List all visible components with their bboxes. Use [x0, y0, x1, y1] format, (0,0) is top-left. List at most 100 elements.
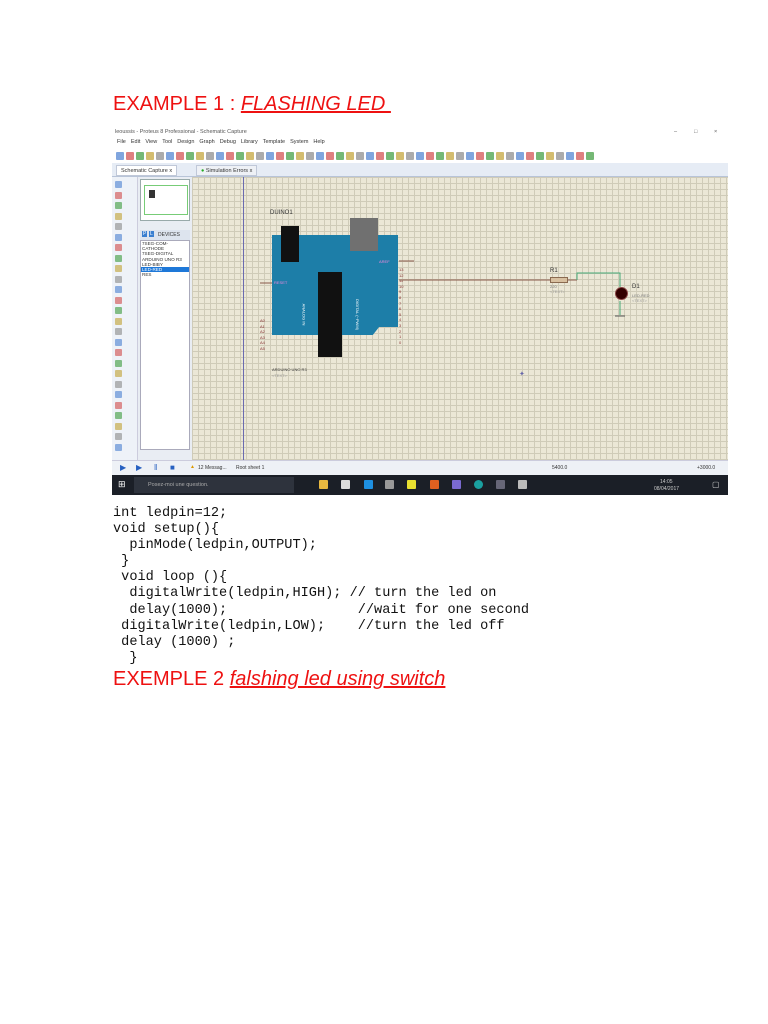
device-item[interactable]: 7SEG-COM-CATHODE: [141, 241, 189, 251]
toolbar-button[interactable]: [316, 152, 324, 160]
toolbar-button[interactable]: [546, 152, 554, 160]
play-icon[interactable]: ▶: [120, 463, 126, 472]
tab-simulation-errors[interactable]: ● Simulation Errors x: [196, 165, 258, 176]
mode-tool-button[interactable]: [115, 254, 122, 262]
toolbar-button[interactable]: [186, 152, 194, 160]
toolbar-button[interactable]: [536, 152, 544, 160]
mode-tool-button[interactable]: [115, 212, 122, 220]
mode-tool-button[interactable]: [115, 265, 122, 272]
toolbar-button[interactable]: [286, 152, 294, 160]
app-icon[interactable]: [385, 480, 394, 489]
mode-tool-button[interactable]: [115, 275, 122, 283]
menu-graph[interactable]: Graph: [199, 139, 214, 145]
mode-tool-button[interactable]: [115, 370, 122, 377]
proteus-icon[interactable]: [496, 480, 505, 489]
windows-start-icon[interactable]: ⊞: [118, 479, 126, 490]
toolbar-button[interactable]: [556, 152, 564, 160]
toolbar-button[interactable]: [246, 152, 254, 160]
toolbar-button[interactable]: [356, 152, 364, 160]
notification-icon[interactable]: ▢: [712, 480, 720, 489]
mode-tool-button[interactable]: [115, 412, 122, 419]
mode-tool-button[interactable]: [115, 191, 122, 199]
mode-tool-button[interactable]: [115, 433, 122, 440]
matlab-icon[interactable]: [430, 480, 439, 489]
toolbar-button[interactable]: [116, 152, 124, 160]
toolbar-button[interactable]: [396, 152, 404, 160]
menu-design[interactable]: Design: [177, 139, 194, 145]
tab-schematic-capture[interactable]: Schematic Capture x: [116, 165, 178, 176]
toolbar-button[interactable]: [266, 152, 274, 160]
menu-template[interactable]: Template: [263, 139, 285, 145]
toolbar-button[interactable]: [566, 152, 574, 160]
toolbar-button[interactable]: [176, 152, 184, 160]
close-icon[interactable]: ×: [714, 129, 717, 135]
toolbar-button[interactable]: [256, 152, 264, 160]
toolbar-button[interactable]: [156, 152, 164, 160]
menu-view[interactable]: View: [145, 139, 157, 145]
toolbar-button[interactable]: [146, 152, 154, 160]
messages-count[interactable]: 12 Messag...: [198, 465, 227, 471]
file-explorer-icon[interactable]: [319, 480, 328, 489]
toolbar-button[interactable]: [586, 152, 594, 160]
mode-tool-button[interactable]: [115, 181, 122, 188]
toolbar-button[interactable]: [136, 152, 144, 160]
menu-debug[interactable]: Debug: [220, 139, 236, 145]
step-icon[interactable]: ▶: [136, 463, 142, 472]
toolbar-button[interactable]: [166, 152, 174, 160]
toolbar-button[interactable]: [506, 152, 514, 160]
arduino-icon[interactable]: [474, 480, 483, 489]
stop-icon[interactable]: ■: [170, 463, 175, 472]
mode-tool-button[interactable]: [115, 317, 122, 325]
toolbar-button[interactable]: [346, 152, 354, 160]
mode-tool-button[interactable]: [115, 244, 122, 251]
toolbar-button[interactable]: [436, 152, 444, 160]
device-item[interactable]: RES: [141, 272, 189, 277]
menu-help[interactable]: Help: [313, 139, 324, 145]
toolbar-button[interactable]: [416, 152, 424, 160]
toolbar-button[interactable]: [496, 152, 504, 160]
cortana-search[interactable]: Posez-moi une question.: [134, 477, 294, 493]
toolbar-button[interactable]: [236, 152, 244, 160]
close-tab-icon[interactable]: x: [169, 168, 172, 174]
toolbar-button[interactable]: [376, 152, 384, 160]
mode-tool-button[interactable]: [115, 328, 122, 335]
toolbar-button[interactable]: [336, 152, 344, 160]
maximize-icon[interactable]: □: [694, 129, 697, 135]
mode-tool-button[interactable]: [115, 359, 122, 367]
toolbar-button[interactable]: [196, 152, 204, 160]
mode-tool-button[interactable]: [115, 286, 122, 293]
menu-system[interactable]: System: [290, 139, 308, 145]
toolbar-button[interactable]: [366, 152, 374, 160]
toolbar-button[interactable]: [306, 152, 314, 160]
close-tab-icon[interactable]: x: [250, 168, 253, 174]
menu-library[interactable]: Library: [241, 139, 258, 145]
mode-tool-button[interactable]: [115, 202, 122, 209]
toolbar-button[interactable]: [446, 152, 454, 160]
mode-tool-button[interactable]: [115, 380, 122, 388]
mode-tool-button[interactable]: [115, 296, 122, 304]
library-button[interactable]: L: [149, 231, 154, 237]
edge-icon[interactable]: [364, 480, 373, 489]
toolbar-button[interactable]: [406, 152, 414, 160]
store-icon[interactable]: [341, 480, 350, 489]
toolbar-button[interactable]: [216, 152, 224, 160]
mode-tool-button[interactable]: [115, 443, 122, 451]
mode-tool-button[interactable]: [115, 349, 122, 356]
toolbar-button[interactable]: [426, 152, 434, 160]
toolbar-button[interactable]: [486, 152, 494, 160]
mode-tool-button[interactable]: [115, 338, 122, 346]
toolbar-button[interactable]: [386, 152, 394, 160]
app-icon[interactable]: [452, 480, 461, 489]
toolbar-button[interactable]: [206, 152, 214, 160]
toolbar-button[interactable]: [456, 152, 464, 160]
led-d1[interactable]: [615, 287, 628, 300]
menu-tool[interactable]: Tool: [162, 139, 172, 145]
menu-edit[interactable]: Edit: [131, 139, 140, 145]
resistor-r1[interactable]: [550, 277, 568, 283]
toolbar-button[interactable]: [516, 152, 524, 160]
app-icon[interactable]: [518, 480, 527, 489]
schematic-canvas[interactable]: DUINO1 RESET AREF ANALOG IN DIGITAL (~PW…: [192, 177, 728, 460]
mode-tool-button[interactable]: [115, 233, 122, 241]
mode-tool-button[interactable]: [115, 391, 122, 398]
minimize-icon[interactable]: –: [674, 129, 677, 135]
